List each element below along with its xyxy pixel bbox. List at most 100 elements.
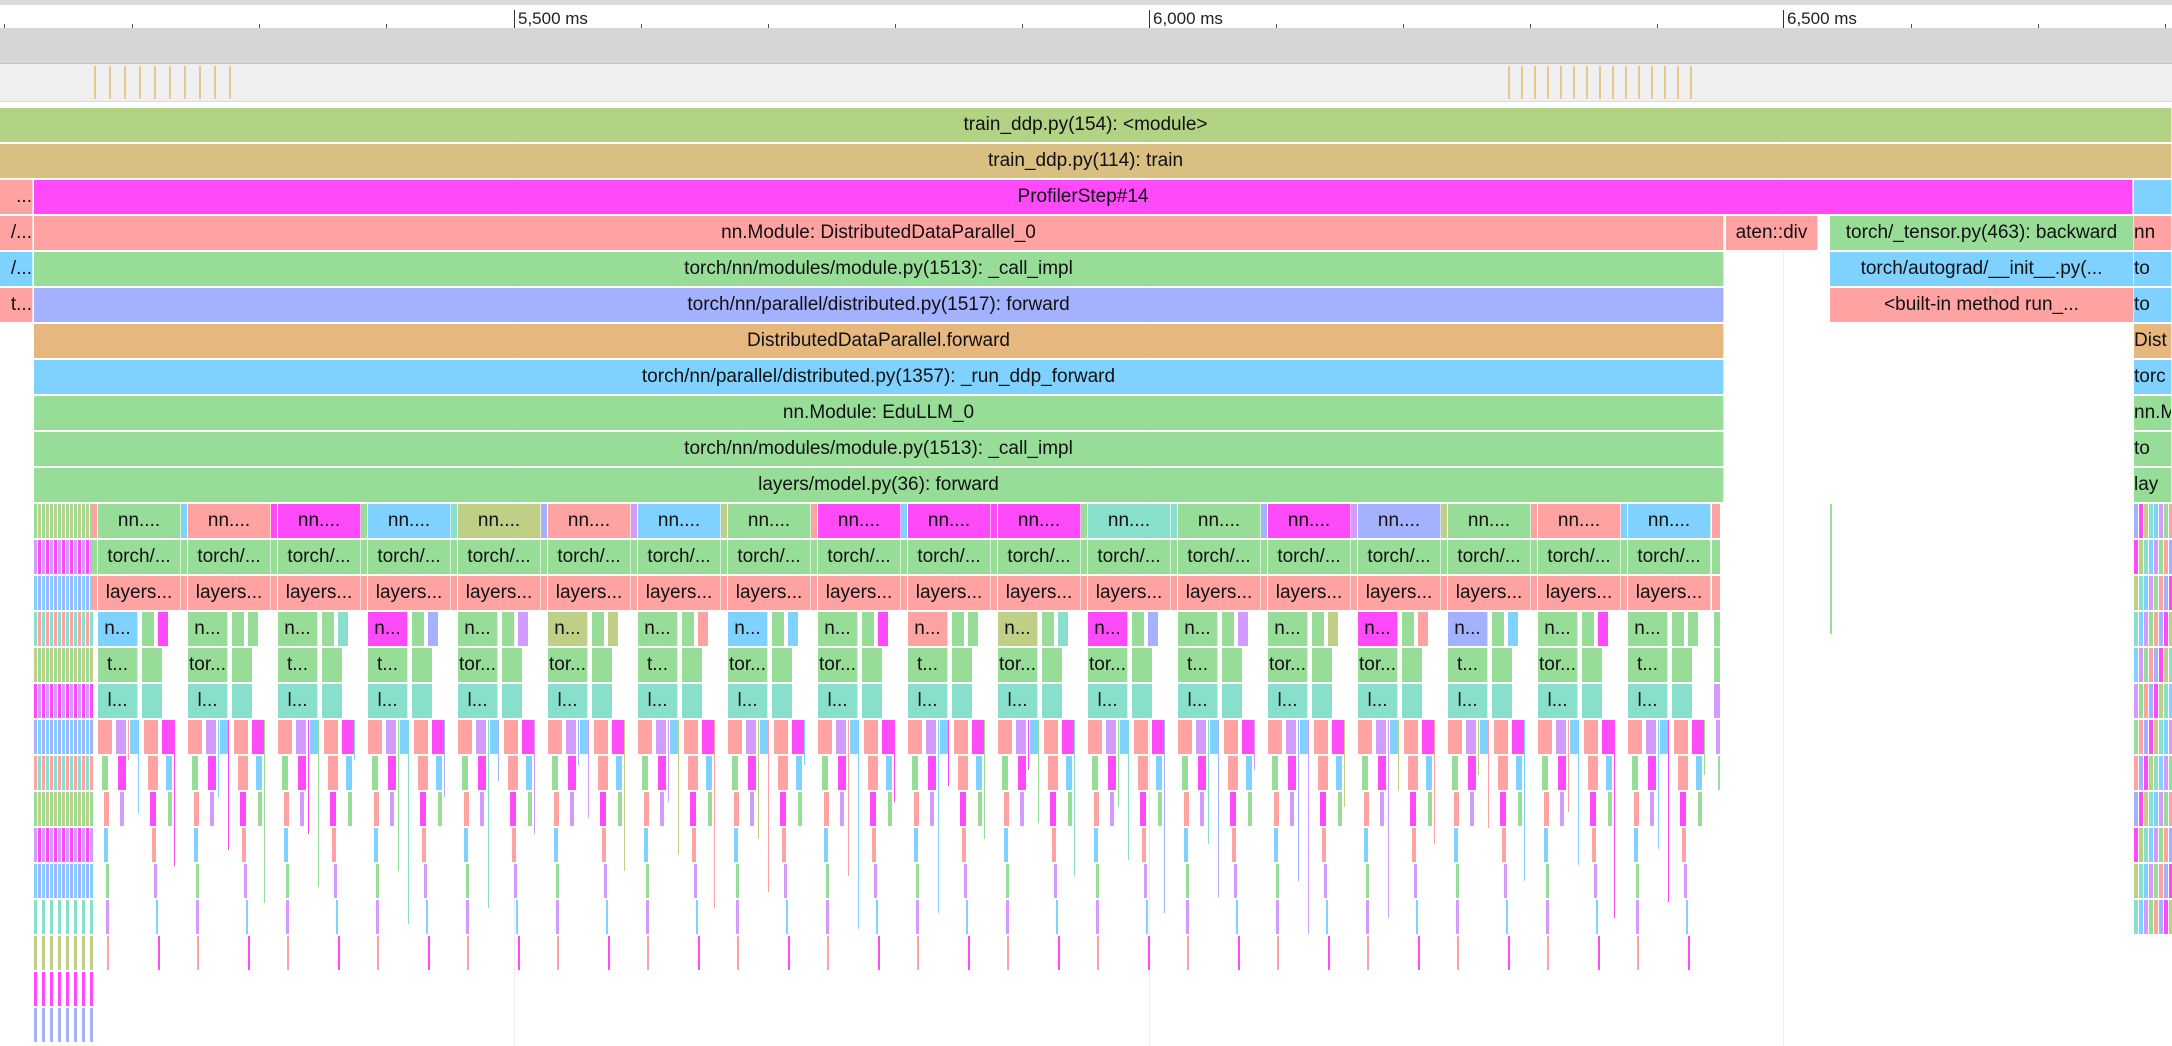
trace-slice-sliver[interactable]	[322, 684, 342, 718]
trace-slice-sliver[interactable]	[451, 504, 457, 538]
trace-slice-sliver[interactable]	[181, 576, 187, 610]
slice-profiler-step[interactable]: ProfilerStep#14	[34, 180, 2133, 214]
trace-slice-sliver[interactable]	[1261, 576, 1267, 610]
trace-slice-sliver[interactable]	[1248, 792, 1252, 826]
trace-slice-sliver[interactable]	[1480, 720, 1488, 754]
trace-slice-sliver[interactable]	[1120, 720, 1128, 754]
trace-slice-sliver[interactable]	[74, 684, 77, 718]
trace-slice-sliver[interactable]	[721, 540, 727, 574]
slice-layer-module[interactable]: nn....	[1538, 504, 1621, 538]
slice-layer-sub2[interactable]: tor...	[818, 648, 858, 682]
trace-slice-sliver[interactable]	[412, 612, 424, 646]
trace-slice-sliver[interactable]	[150, 792, 156, 826]
trace-slice-sliver[interactable]	[91, 504, 97, 538]
trace-slice-sliver[interactable]	[70, 720, 73, 754]
trace-slice-sliver[interactable]	[1598, 612, 1608, 646]
trace-slice-sliver[interactable]	[428, 612, 438, 646]
trace-slice-sliver[interactable]	[218, 720, 219, 797]
slice-backward[interactable]: torch/_tensor.py(463): backward	[1830, 216, 2134, 250]
trace-slice-sliver[interactable]	[1171, 576, 1177, 610]
trace-slice-sliver[interactable]	[82, 972, 85, 1006]
trace-slice-sliver[interactable]	[181, 504, 187, 538]
trace-slice-sliver[interactable]	[1698, 792, 1702, 826]
trace-slice-sliver[interactable]	[818, 720, 832, 754]
trace-slice-sliver[interactable]	[734, 792, 739, 826]
trace-slice-sliver[interactable]	[2154, 864, 2158, 898]
trace-slice-sliver[interactable]	[154, 864, 157, 898]
trace-slice-sliver[interactable]	[1556, 720, 1566, 754]
trace-slice-sliver[interactable]	[2139, 864, 2143, 898]
trace-slice-sliver[interactable]	[332, 828, 336, 862]
trace-slice-sliver[interactable]	[282, 756, 288, 790]
trace-slice-sliver[interactable]	[1504, 864, 1507, 898]
trace-slice-sliver[interactable]	[2134, 648, 2138, 682]
trace-slice-sliver[interactable]	[1648, 756, 1656, 790]
trace-slice-sliver[interactable]	[952, 612, 964, 646]
trace-slice-sliver[interactable]	[1138, 756, 1148, 790]
trace-slice-sliver[interactable]	[54, 684, 57, 718]
trace-slice-sliver[interactable]	[1328, 936, 1330, 970]
trace-slice-sliver[interactable]	[66, 612, 69, 646]
trace-slice-sliver[interactable]	[2154, 756, 2158, 790]
trace-slice-sliver[interactable]	[1712, 540, 1720, 574]
trace-slice-sliver[interactable]	[2159, 648, 2163, 682]
trace-slice-sliver[interactable]	[2134, 612, 2138, 646]
trace-slice-sliver[interactable]	[34, 756, 37, 790]
trace-slice-sliver[interactable]	[827, 936, 829, 970]
slice-layer-sub2[interactable]: tor...	[1538, 648, 1578, 682]
trace-slice-sliver[interactable]	[1531, 504, 1537, 538]
trace-slice-sliver[interactable]	[361, 504, 367, 538]
trace-slice-sliver[interactable]	[82, 828, 85, 862]
trace-slice-sliver[interactable]	[42, 756, 45, 790]
trace-slice-sliver[interactable]	[2149, 756, 2153, 790]
trace-slice-sliver[interactable]	[638, 720, 652, 754]
trace-slice-sliver[interactable]	[736, 900, 739, 934]
trace-slice-sliver[interactable]	[1598, 936, 1600, 970]
trace-slice-sliver[interactable]	[50, 1008, 53, 1042]
trace-slice-sliver[interactable]	[694, 864, 697, 898]
trace-slice-sliver[interactable]	[1038, 720, 1039, 823]
trace-slice-sliver[interactable]	[1312, 612, 1324, 646]
trace-slice-sliver[interactable]	[82, 540, 85, 574]
trace-slice-sliver[interactable]	[1171, 540, 1177, 574]
trace-slice-sliver[interactable]	[734, 828, 738, 862]
trace-slice-sliver[interactable]	[598, 756, 608, 790]
trace-slice-sliver[interactable]	[721, 576, 727, 610]
trace-slice-sliver[interactable]	[2164, 792, 2168, 826]
trace-slice-sliver[interactable]	[428, 936, 430, 970]
trace-slice-sliver[interactable]	[1414, 864, 1417, 898]
trace-slice-sliver[interactable]	[2149, 828, 2153, 862]
trace-slice-sliver[interactable]	[62, 612, 65, 646]
trace-slice-sliver[interactable]	[412, 684, 432, 718]
trace-slice-sliver[interactable]	[372, 756, 378, 790]
trace-slice-sliver[interactable]	[962, 828, 966, 862]
trace-slice-sliver[interactable]	[882, 720, 894, 754]
trace-slice-sliver[interactable]	[2144, 900, 2148, 934]
trace-slice-sliver[interactable]	[1144, 864, 1147, 898]
trace-slice-sliver[interactable]	[1178, 720, 1192, 754]
slice-layer-call[interactable]: torch/...	[638, 540, 721, 574]
slice-layer-sub1[interactable]: n...	[1178, 612, 1218, 646]
trace-slice-sliver[interactable]	[1672, 648, 1692, 682]
trace-slice-sliver[interactable]	[1096, 900, 1099, 934]
trace-slice-sliver[interactable]	[862, 648, 882, 682]
trace-slice-sliver[interactable]	[2139, 540, 2143, 574]
trace-slice-sliver[interactable]	[318, 720, 319, 887]
slice-layer-call[interactable]: torch/...	[1448, 540, 1531, 574]
slice-module[interactable]: train_ddp.py(154): <module>	[0, 108, 2172, 142]
trace-slice-sliver[interactable]	[284, 828, 288, 862]
slice-call-impl-2[interactable]: torch/nn/modules/module.py(1513): _call_…	[34, 432, 1724, 466]
trace-slice-sliver[interactable]	[34, 576, 37, 610]
event-marker[interactable]	[229, 66, 231, 99]
trace-slice-sliver[interactable]	[42, 972, 45, 1006]
slice-ddp-forward[interactable]: DistributedDataParallel.forward	[34, 324, 1724, 358]
trace-slice-sliver[interactable]	[1714, 612, 1720, 646]
slice-layer-sub2[interactable]: tor...	[458, 648, 498, 682]
trace-slice-sliver[interactable]	[1344, 720, 1345, 807]
flame-chart[interactable]: train_ddp.py(154): <module> train_ddp.py(…	[0, 108, 2172, 1046]
trace-slice-sliver[interactable]	[116, 720, 126, 754]
trace-slice-sliver[interactable]	[1092, 756, 1098, 790]
trace-slice-sliver[interactable]	[2139, 648, 2143, 682]
trace-slice-sliver[interactable]	[74, 792, 77, 826]
trace-slice-sliver[interactable]	[1602, 720, 1614, 754]
